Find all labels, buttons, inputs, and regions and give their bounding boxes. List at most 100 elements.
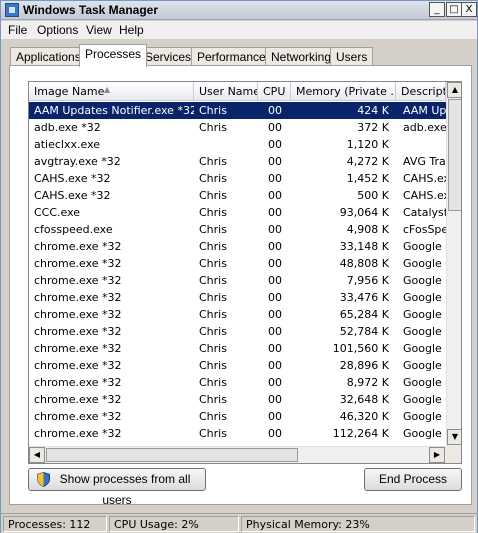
table-row[interactable]: CAHS.exe *32 Chris 00 1,452 K CAHS.exe bbox=[29, 170, 447, 187]
cell-cpu: 00 bbox=[268, 189, 282, 202]
cell-memory: 46,320 K bbox=[339, 410, 389, 423]
vertical-scroll-thumb[interactable] bbox=[448, 99, 461, 211]
column-header-image-name[interactable]: Image Name ▲ bbox=[29, 82, 194, 101]
scroll-up-arrow-icon[interactable]: ▲ bbox=[447, 82, 461, 98]
cell-description: Google C bbox=[403, 410, 447, 423]
cell-cpu: 00 bbox=[268, 359, 282, 372]
cell-image-name: chrome.exe *32 bbox=[34, 240, 122, 253]
cell-description: Google C bbox=[403, 342, 447, 355]
task-manager-window: Windows Task Manager _ □ X File Options … bbox=[0, 0, 478, 533]
tab-applications[interactable]: Applications bbox=[10, 47, 87, 66]
uac-shield-icon bbox=[37, 472, 50, 487]
cell-cpu: 00 bbox=[268, 376, 282, 389]
cell-memory: 93,064 K bbox=[339, 206, 389, 219]
column-header-cpu[interactable]: CPU bbox=[258, 82, 291, 101]
cell-memory: 112,264 K bbox=[332, 427, 389, 440]
cell-memory: 4,272 K bbox=[346, 155, 389, 168]
tab-networking[interactable]: Networking bbox=[265, 47, 338, 66]
cell-description: cFosSpee bbox=[403, 223, 447, 236]
table-row[interactable]: chrome.exe *32 Chris 00 52,784 K Google C bbox=[29, 323, 447, 340]
menu-options[interactable]: Options bbox=[37, 23, 78, 37]
column-header-description[interactable]: Descriptio bbox=[396, 82, 446, 101]
table-row[interactable]: chrome.exe *32 Chris 00 112,264 K Google C bbox=[29, 425, 447, 442]
cell-description: Google C bbox=[403, 274, 447, 287]
menu-bar: File Options View Help bbox=[1, 21, 477, 39]
table-row[interactable]: chrome.exe *32 Chris 00 8,972 K Google C bbox=[29, 374, 447, 391]
sort-ascending-icon: ▲ bbox=[104, 85, 111, 94]
cell-description: Google C bbox=[403, 308, 447, 321]
scroll-right-arrow-icon[interactable]: ▶ bbox=[429, 447, 445, 463]
table-row[interactable]: chrome.exe *32 Chris 00 33,476 K Google C bbox=[29, 289, 447, 306]
column-header-user-name[interactable]: User Name bbox=[194, 82, 258, 101]
cell-memory: 7,956 K bbox=[346, 274, 389, 287]
table-row[interactable]: cfosspeed.exe Chris 00 4,908 K cFosSpee bbox=[29, 221, 447, 238]
tab-strip: Applications Processes Services Performa… bbox=[1, 44, 477, 67]
status-physical-memory: Physical Memory: 23% bbox=[241, 516, 475, 532]
cell-cpu: 00 bbox=[268, 223, 282, 236]
column-header-memory[interactable]: Memory (Private ... bbox=[291, 82, 396, 101]
table-row[interactable]: chrome.exe *32 Chris 00 28,896 K Google C bbox=[29, 357, 447, 374]
show-all-processes-button[interactable]: Show processes from all users bbox=[28, 468, 206, 507]
vertical-scrollbar[interactable]: ▲ ▼ bbox=[446, 82, 461, 446]
cell-user-name: Chris bbox=[199, 325, 227, 338]
cell-memory: 101,560 K bbox=[332, 342, 389, 355]
close-button[interactable]: X bbox=[461, 2, 477, 17]
cell-image-name: cfosspeed.exe bbox=[34, 223, 113, 236]
cell-user-name: Chris bbox=[199, 427, 227, 440]
cell-memory: 52,784 K bbox=[339, 325, 389, 338]
cell-image-name: CAHS.exe *32 bbox=[34, 172, 111, 185]
table-row[interactable]: CAHS.exe *32 Chris 00 500 K CAHS.exe bbox=[29, 187, 447, 204]
cell-cpu: 00 bbox=[268, 206, 282, 219]
cell-description: Google C bbox=[403, 257, 447, 270]
scroll-down-arrow-icon[interactable]: ▼ bbox=[447, 429, 461, 445]
table-row[interactable]: chrome.exe *32 Chris 00 32,648 K Google C bbox=[29, 391, 447, 408]
cell-memory: 372 K bbox=[357, 121, 389, 134]
cell-user-name: Chris bbox=[199, 410, 227, 423]
minimize-button[interactable]: _ bbox=[429, 2, 445, 17]
tab-performance[interactable]: Performance bbox=[191, 47, 272, 66]
table-row[interactable]: adb.exe *32 Chris 00 372 K adb.exe bbox=[29, 119, 447, 136]
table-row[interactable]: atieclxx.exe 00 1,120 K bbox=[29, 136, 446, 153]
tab-processes[interactable]: Processes bbox=[79, 44, 148, 67]
scrollbar-corner bbox=[446, 446, 461, 463]
cell-user-name: Chris bbox=[199, 393, 227, 406]
cell-description: adb.exe bbox=[403, 121, 447, 134]
status-processes: Processes: 112 bbox=[3, 516, 107, 532]
end-process-button[interactable]: End Process bbox=[364, 468, 462, 491]
process-list[interactable]: Image Name ▲ User Name CPU Memory (Priva… bbox=[28, 81, 462, 464]
table-row[interactable]: chrome.exe *32 Chris 00 33,148 K Google C bbox=[29, 238, 447, 255]
cell-description: AAM Upd bbox=[403, 104, 447, 117]
menu-view[interactable]: View bbox=[86, 23, 112, 37]
cell-cpu: 00 bbox=[268, 274, 282, 287]
horizontal-scroll-thumb[interactable] bbox=[46, 448, 298, 462]
horizontal-scrollbar[interactable]: ◀ ▶ bbox=[29, 446, 446, 463]
window-title: Windows Task Manager bbox=[23, 3, 159, 17]
cell-image-name: avgtray.exe *32 bbox=[34, 155, 121, 168]
menu-file[interactable]: File bbox=[8, 23, 27, 37]
table-row[interactable]: avgtray.exe *32 Chris 00 4,272 K AVG Tray bbox=[29, 153, 447, 170]
table-row[interactable]: AAM Updates Notifier.exe *32 Chris 00 424 K… bbox=[29, 102, 447, 119]
cell-cpu: 00 bbox=[268, 410, 282, 423]
cell-cpu: 00 bbox=[268, 427, 282, 440]
cell-memory: 424 K bbox=[357, 104, 389, 117]
cell-description: Google C bbox=[403, 291, 447, 304]
tab-users[interactable]: Users bbox=[330, 47, 374, 66]
table-row[interactable]: chrome.exe *32 Chris 00 7,956 K Google C bbox=[29, 272, 447, 289]
cell-image-name: chrome.exe *32 bbox=[34, 410, 122, 423]
status-bar: Processes: 112 CPU Usage: 2% Physical Me… bbox=[1, 513, 477, 533]
cell-memory: 1,452 K bbox=[346, 172, 389, 185]
maximize-button[interactable]: □ bbox=[446, 2, 462, 17]
table-row[interactable]: chrome.exe *32 Chris 00 48,808 K Google C bbox=[29, 255, 447, 272]
scroll-left-arrow-icon[interactable]: ◀ bbox=[29, 447, 45, 463]
cell-description: AVG Tray bbox=[403, 155, 447, 168]
cell-user-name: Chris bbox=[199, 274, 227, 287]
cell-cpu: 00 bbox=[268, 393, 282, 406]
table-row[interactable]: chrome.exe *32 Chris 00 46,320 K Google C bbox=[29, 408, 447, 425]
table-row[interactable]: CCC.exe Chris 00 93,064 K Catalyst bbox=[29, 204, 447, 221]
cell-cpu: 00 bbox=[268, 240, 282, 253]
table-row[interactable]: chrome.exe *32 Chris 00 101,560 K Google C bbox=[29, 340, 447, 357]
table-row[interactable]: chrome.exe *32 Chris 00 65,284 K Google C bbox=[29, 306, 447, 323]
tab-services[interactable]: Services bbox=[139, 47, 198, 66]
title-bar[interactable]: Windows Task Manager _ □ X bbox=[1, 1, 477, 20]
menu-help[interactable]: Help bbox=[119, 23, 144, 37]
